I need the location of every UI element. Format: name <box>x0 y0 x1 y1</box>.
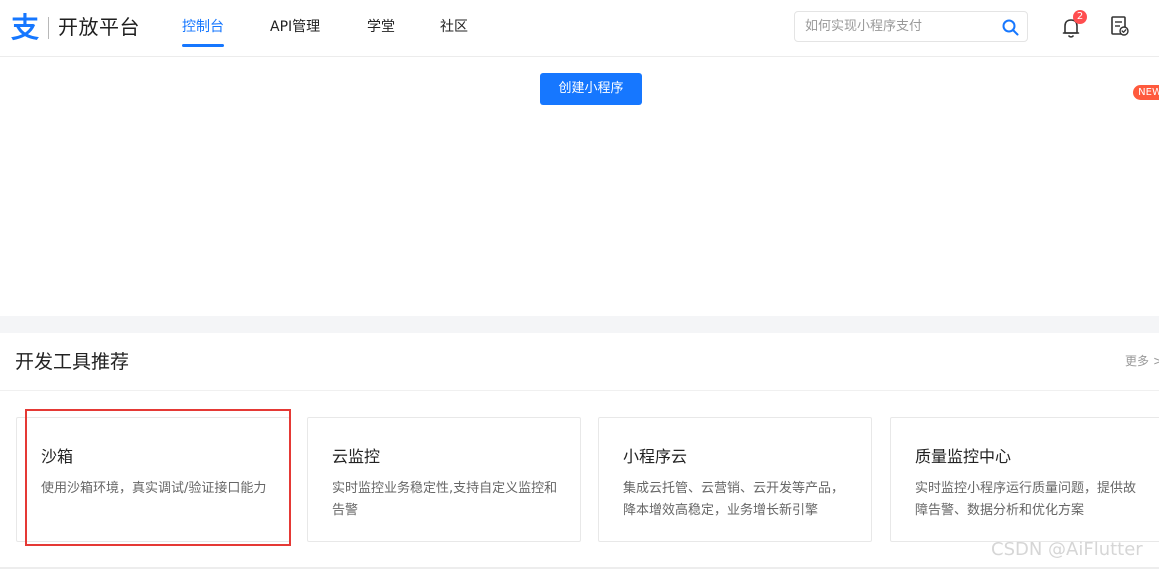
section-divider <box>0 390 1159 391</box>
nav-tab-community[interactable]: 社区 <box>440 17 468 37</box>
search-icon[interactable] <box>1002 19 1019 36</box>
more-link[interactable]: 更多 > <box>1125 353 1159 369</box>
chevron-right-icon: > <box>1153 354 1159 368</box>
card-title: 沙箱 <box>41 447 74 466</box>
tool-card-cloud-monitoring[interactable]: 云监控 实时监控业务稳定性,支持自定义监控和告警 <box>307 417 581 542</box>
card-description: 实时监控业务稳定性,支持自定义监控和告警 <box>332 481 558 518</box>
nav-tab-academy[interactable]: 学堂 <box>367 17 395 37</box>
card-title: 质量监控中心 <box>915 447 1012 466</box>
notification-badge: 2 <box>1073 10 1087 24</box>
tool-card-sandbox[interactable]: 沙箱 使用沙箱环境，真实调试/验证接口能力 <box>16 417 290 542</box>
csdn-watermark: CSDN @AiFlutter <box>991 539 1143 560</box>
nav-tab-console[interactable]: 控制台 <box>182 17 224 37</box>
card-description: 集成云托管、云营销、云开发等产品，降本增效高稳定，业务增长新引擎 <box>623 481 845 518</box>
active-tab-indicator <box>182 44 224 47</box>
tool-card-quality-monitoring[interactable]: 质量监控中心 实时监控小程序运行质量问题，提供故障告警、数据分析和优化方案 <box>890 417 1159 542</box>
alipay-logo-icon[interactable]: 支 <box>7 12 43 44</box>
create-mini-program-button[interactable]: 创建小程序 <box>540 73 642 105</box>
nav-tab-api-management[interactable]: API管理 <box>270 17 320 37</box>
logo-divider <box>48 17 49 39</box>
tool-card-mini-program-cloud[interactable]: 小程序云 集成云托管、云营销、云开发等产品，降本增效高稳定，业务增长新引擎 <box>598 417 872 542</box>
card-title: 小程序云 <box>623 447 688 466</box>
search-input[interactable] <box>805 18 993 36</box>
search-box[interactable] <box>794 11 1028 42</box>
section-title: 开发工具推荐 <box>15 351 130 373</box>
new-badge: NEW <box>1133 85 1159 100</box>
top-header: 支 开放平台 控制台 API管理 学堂 社区 2 <box>0 0 1159 57</box>
card-description: 使用沙箱环境，真实调试/验证接口能力 <box>41 481 267 496</box>
top-content-panel: 创建小程序 <box>0 57 1159 316</box>
platform-title[interactable]: 开放平台 <box>58 14 140 40</box>
document-icon[interactable] <box>1110 15 1130 37</box>
dev-tools-section: 开发工具推荐 更多 > 沙箱 使用沙箱环境，真实调试/验证接口能力 云监控 实时监… <box>0 333 1159 569</box>
more-link-label: 更多 <box>1125 354 1150 368</box>
card-description: 实时监控小程序运行质量问题，提供故障告警、数据分析和优化方案 <box>915 481 1137 518</box>
card-title: 云监控 <box>332 447 381 466</box>
